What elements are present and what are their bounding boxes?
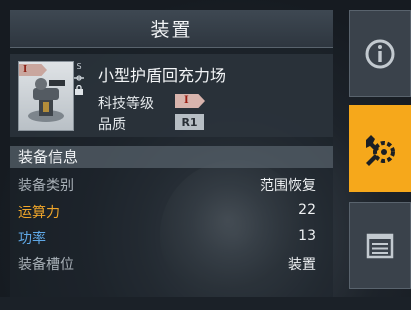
link-icon (74, 75, 84, 81)
stat-row: 功率 13 (18, 228, 316, 248)
stat-label: 功率 (18, 231, 46, 247)
lock-icon (75, 85, 83, 95)
item-status-icons: S (73, 62, 85, 112)
gear-wrench-icon (366, 134, 395, 166)
quality-badge: R1 (175, 114, 204, 130)
slot-mark: S (76, 62, 82, 71)
tech-level-label: 科技等级 (98, 96, 154, 112)
stat-label: 运算力 (18, 205, 60, 221)
info-icon (365, 39, 395, 68)
page-title: 装置 (150, 19, 193, 41)
stat-row: 装备类别 范围恢复 (18, 175, 316, 195)
tier-badge: I (19, 64, 47, 76)
tab-equipment[interactable] (349, 105, 411, 192)
stat-value: 22 (298, 202, 316, 218)
tab-list[interactable] (349, 202, 411, 289)
item-name: 小型护盾回充力场 (98, 66, 227, 85)
stat-value: 范围恢复 (260, 178, 316, 194)
stat-row: 运算力 22 (18, 202, 316, 222)
stat-label: 装备类别 (18, 178, 74, 194)
panel-header: 装置 (10, 10, 333, 48)
list-icon (366, 233, 394, 258)
stat-value: 装置 (288, 257, 316, 273)
stat-label: 装备槽位 (18, 257, 74, 273)
tab-info[interactable] (349, 10, 411, 97)
stat-row: 装备槽位 装置 (18, 254, 316, 274)
stat-value: 13 (298, 228, 316, 244)
section-title: 装备信息 (10, 146, 333, 168)
item-thumbnail[interactable]: I (18, 61, 74, 131)
quality-label: 品质 (98, 117, 126, 133)
